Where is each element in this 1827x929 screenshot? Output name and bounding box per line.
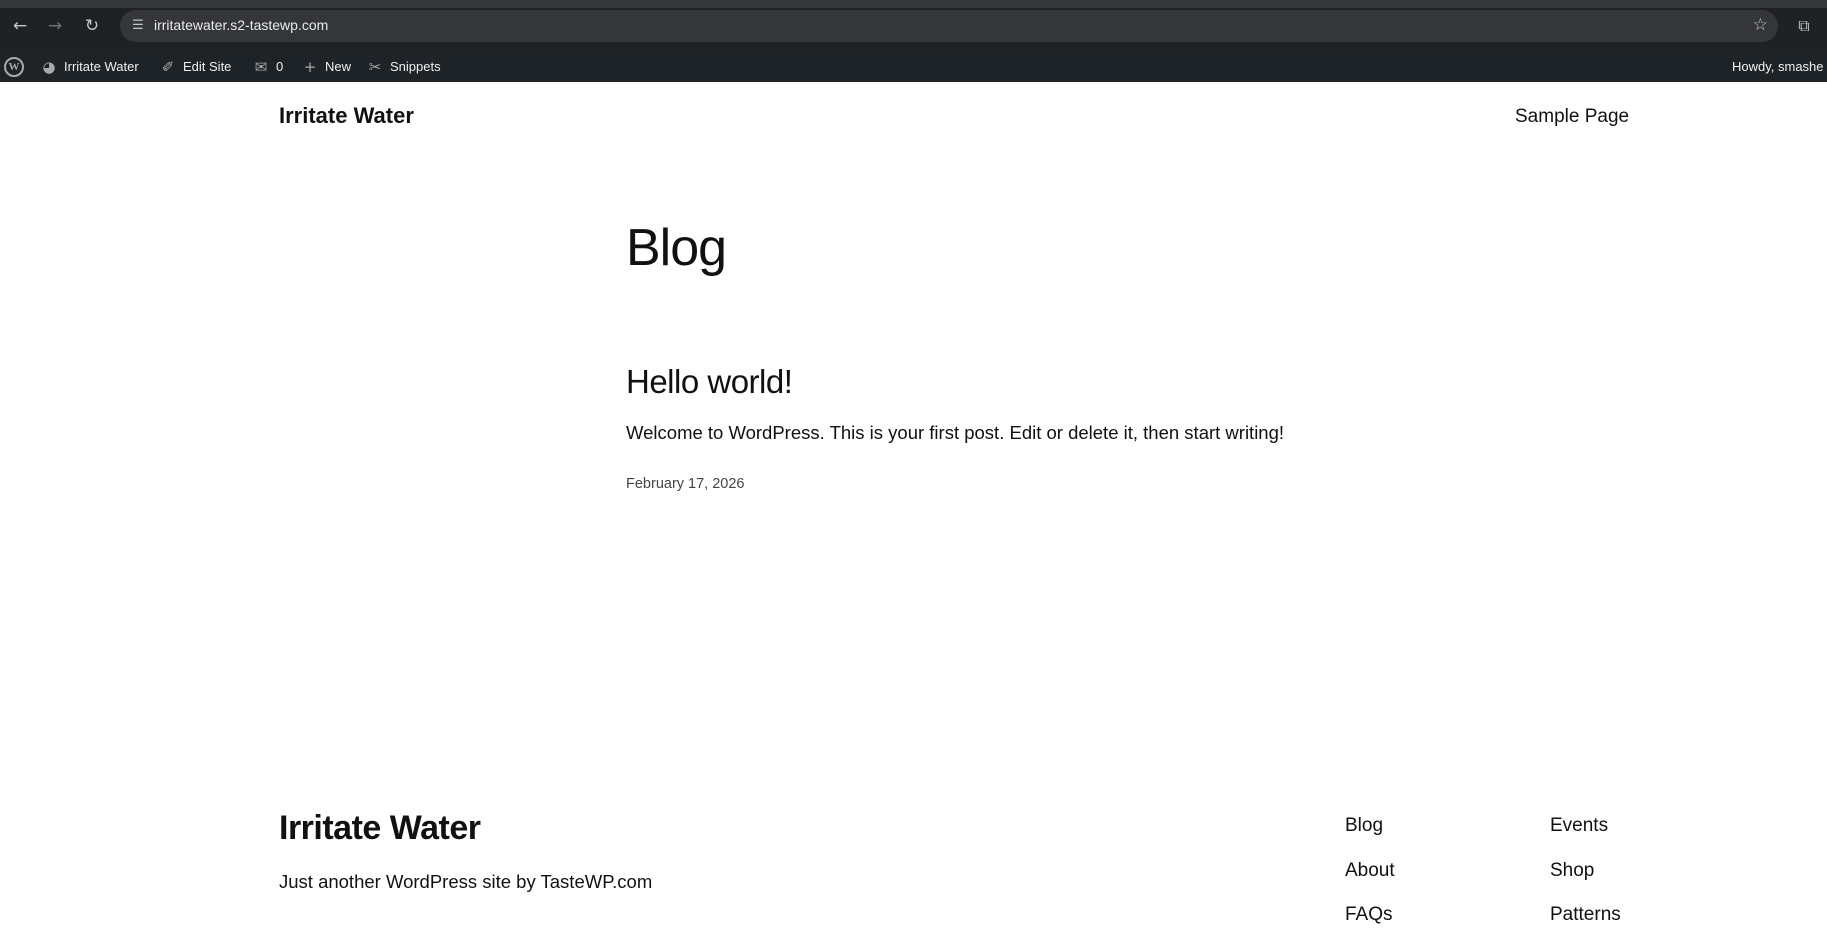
address-bar[interactable]: ☰ irritatewater.s2-tastewp.com ☆ <box>120 10 1778 42</box>
page-title: Blog <box>626 219 727 277</box>
reload-icon[interactable]: ↻ <box>80 14 104 38</box>
footer-link-faqs[interactable]: FAQs <box>1345 904 1393 926</box>
footer-tagline: Just another WordPress site by TasteWP.c… <box>279 871 653 892</box>
admin-bar-edit-site[interactable]: ✐ Edit Site <box>159 52 232 82</box>
scissors-icon: ✂ <box>368 58 382 76</box>
admin-bar-new[interactable]: + New <box>301 52 351 82</box>
admin-bar-site-name[interactable]: ◕ Irritate Water <box>40 52 139 82</box>
wordpress-logo-icon: W <box>4 57 24 77</box>
url-text[interactable]: irritatewater.s2-tastewp.com <box>154 17 328 33</box>
back-icon[interactable]: ← <box>8 14 32 38</box>
tab-strip <box>0 0 1827 8</box>
forward-icon[interactable]: → <box>43 14 67 38</box>
post-title-link[interactable]: Hello world! <box>626 363 793 401</box>
admin-bar-my-account[interactable]: Howdy, smashe <box>1732 52 1824 82</box>
footer-link-shop[interactable]: Shop <box>1550 860 1594 882</box>
nav-link-sample-page[interactable]: Sample Page <box>1515 106 1629 128</box>
header-site-title[interactable]: Irritate Water <box>279 103 414 129</box>
dashboard-icon: ◕ <box>42 58 56 76</box>
post-excerpt: Welcome to WordPress. This is your first… <box>626 422 1285 443</box>
footer-link-events[interactable]: Events <box>1550 815 1608 837</box>
wp-logo-menu[interactable]: W <box>4 52 24 82</box>
site-info-icon[interactable]: ☰ <box>128 16 148 36</box>
admin-bar-comments-count: 0 <box>276 59 284 74</box>
bookmark-star-icon[interactable]: ☆ <box>1753 15 1768 35</box>
admin-bar-howdy: Howdy, smashe <box>1732 59 1824 74</box>
admin-bar-snippets-label: Snippets <box>390 59 441 74</box>
footer-link-blog[interactable]: Blog <box>1345 815 1383 837</box>
admin-bar-edit-site-label: Edit Site <box>183 59 232 74</box>
admin-bar-new-label: New <box>325 59 352 74</box>
wp-admin-bar: W ◕ Irritate Water ✐ Edit Site ✉ 0 + New… <box>0 52 1827 82</box>
footer-site-title[interactable]: Irritate Water <box>279 809 481 848</box>
comment-bubble-icon: ✉ <box>254 58 268 76</box>
brush-icon: ✐ <box>161 58 175 76</box>
footer-link-about[interactable]: About <box>1345 860 1395 882</box>
browser-toolbar: ← → ↻ ☰ irritatewater.s2-tastewp.com ☆ ⧉ <box>0 0 1827 52</box>
admin-bar-snippets[interactable]: ✂ Snippets <box>366 52 441 82</box>
post-date[interactable]: February 17, 2026 <box>626 476 745 492</box>
plus-icon: + <box>303 58 317 76</box>
extensions-icon[interactable]: ⧉ <box>1792 14 1816 38</box>
admin-bar-comments[interactable]: ✉ 0 <box>252 52 284 82</box>
footer-link-patterns[interactable]: Patterns <box>1550 904 1621 926</box>
admin-bar-site-name-label: Irritate Water <box>64 59 139 74</box>
